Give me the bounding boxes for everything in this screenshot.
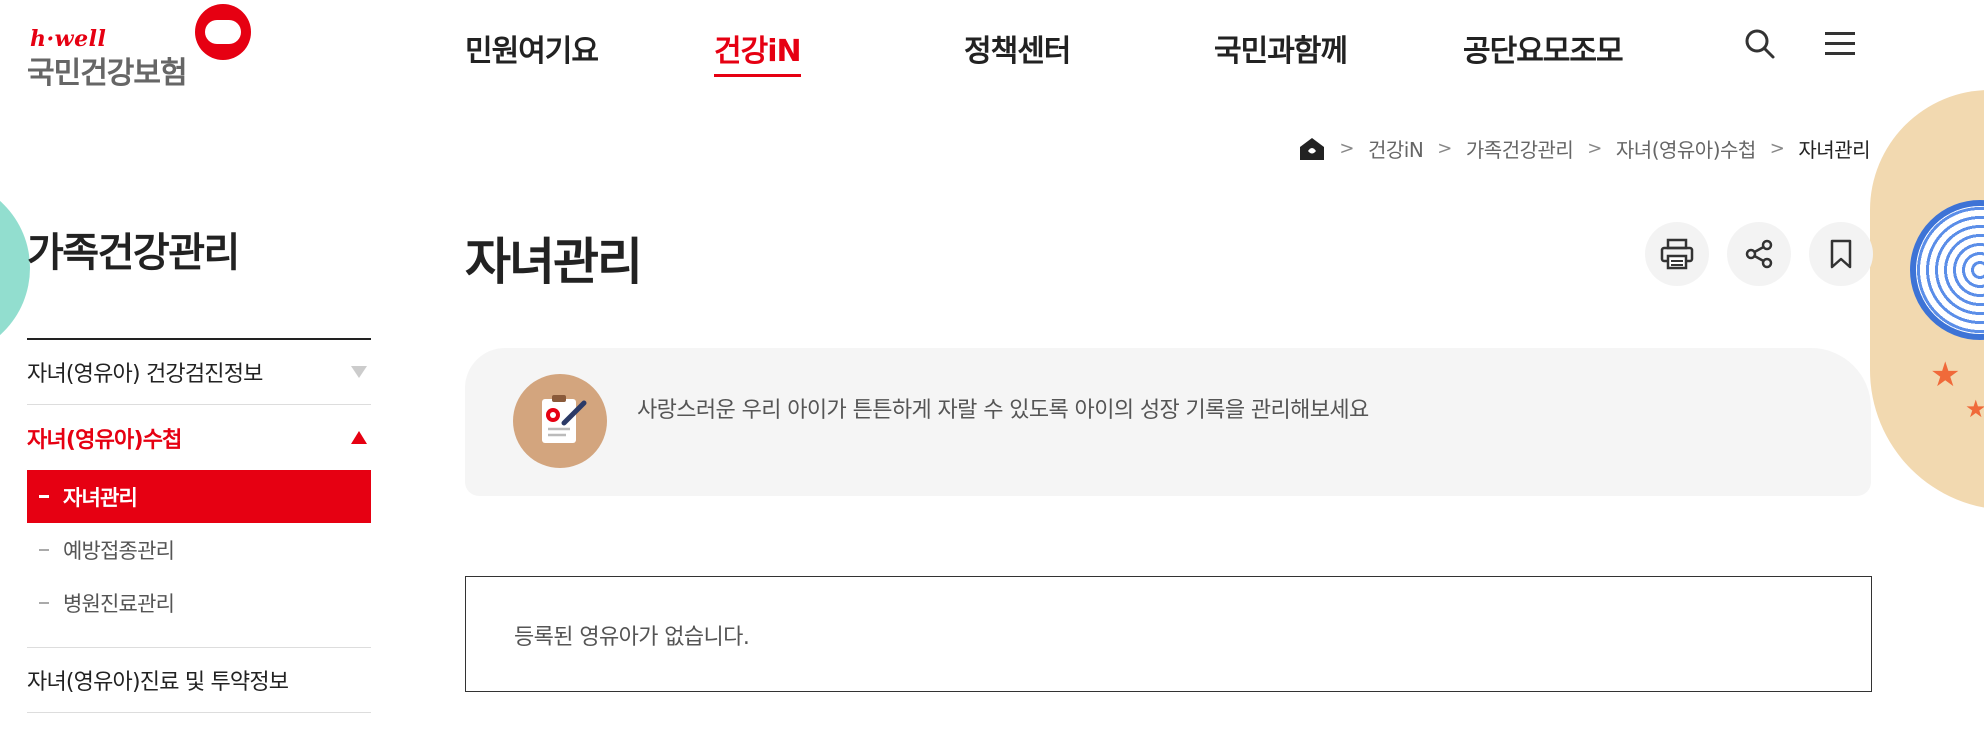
nav-item-about-corp[interactable]: 공단요모조모	[1463, 26, 1624, 70]
empty-message: 등록된 영유아가 없습니다.	[514, 625, 750, 650]
nav-item-health-in[interactable]: 건강iN	[714, 26, 802, 77]
sidebar-title: 가족건강관리	[27, 220, 371, 340]
breadcrumb: > 건강iN > 가족건강관리 > 자녀(영유아)수첩 > 자녀관리	[1299, 134, 1870, 163]
caret-up-icon	[351, 431, 367, 444]
chevron-right-icon: >	[1769, 138, 1785, 159]
chevron-right-icon: >	[1437, 138, 1452, 159]
breadcrumb-item[interactable]: 건강iN	[1368, 134, 1424, 163]
sidebar-item-treatment-medication[interactable]: 자녀(영유아)진료 및 투약정보	[27, 648, 371, 713]
nav-item-civil-service[interactable]: 민원여기요	[465, 26, 599, 70]
child-list-empty: 등록된 영유아가 없습니다.	[465, 576, 1872, 692]
sidebar-item-label: 자녀(영유아) 건강검진정보	[27, 362, 263, 387]
chevron-right-icon: >	[1587, 138, 1602, 159]
site-header: h·well 국민건강보험 민원여기요 건강iN 정책센터 국민과함께 공단요모…	[0, 0, 1984, 92]
dash-icon	[39, 495, 49, 498]
breadcrumb-item[interactable]: 자녀(영유아)수첩	[1616, 134, 1756, 163]
dash-icon	[39, 548, 49, 551]
info-banner: 사랑스러운 우리 아이가 튼튼하게 자랄 수 있도록 아이의 성장 기록을 관리…	[465, 348, 1871, 496]
decorative-illustration-right: ★ ★	[1870, 90, 1984, 510]
sidebar-subitem-label: 예방접종관리	[63, 538, 175, 563]
sidebar-subitem-hospital-care[interactable]: 병원진료관리	[27, 576, 371, 629]
sidebar: 가족건강관리 자녀(영유아) 건강검진정보 자녀(영유아)수첩 자녀관리 예방접…	[27, 220, 371, 713]
share-button[interactable]	[1727, 222, 1791, 286]
print-button[interactable]	[1645, 222, 1709, 286]
decorative-shape-left	[0, 178, 30, 358]
breadcrumb-current: 자녀관리	[1798, 138, 1870, 162]
hamburger-menu-icon[interactable]	[1820, 24, 1860, 64]
search-icon[interactable]	[1740, 24, 1780, 64]
dash-icon	[39, 601, 49, 604]
clipboard-icon	[513, 374, 607, 468]
sidebar-subitem-label: 병원진료관리	[63, 591, 175, 616]
shell-illustration	[1910, 200, 1984, 340]
logo-name: 국민건강보험	[27, 56, 188, 91]
bookmark-icon	[1830, 239, 1852, 269]
logo-mark-icon	[195, 4, 251, 60]
share-icon	[1745, 239, 1773, 269]
home-icon[interactable]	[1299, 137, 1325, 161]
sidebar-item-child-handbook[interactable]: 자녀(영유아)수첩	[27, 405, 371, 470]
sidebar-subitem-label: 자녀관리	[63, 485, 138, 510]
page-tools	[1645, 222, 1873, 286]
nav-item-with-citizens[interactable]: 국민과함께	[1214, 26, 1348, 70]
printer-icon	[1660, 238, 1694, 270]
sidebar-sublist: 자녀관리 예방접종관리 병원진료관리	[27, 470, 371, 648]
star-icon: ★	[1965, 395, 1984, 423]
sidebar-item-health-checkup[interactable]: 자녀(영유아) 건강검진정보	[27, 340, 371, 405]
nav-item-policy-center[interactable]: 정책센터	[964, 26, 1071, 70]
caret-down-icon	[351, 366, 367, 378]
site-logo[interactable]: h·well 국민건강보험	[27, 4, 257, 91]
sidebar-subitem-vaccination[interactable]: 예방접종관리	[27, 523, 371, 576]
page-title: 자녀관리	[465, 233, 643, 291]
sidebar-subitem-child-management[interactable]: 자녀관리	[27, 470, 371, 523]
chevron-right-icon: >	[1339, 138, 1354, 159]
info-banner-text: 사랑스러운 우리 아이가 튼튼하게 자랄 수 있도록 아이의 성장 기록을 관리…	[637, 398, 1369, 423]
star-icon: ★	[1930, 355, 1961, 395]
sidebar-item-label: 자녀(영유아)진료 및 투약정보	[27, 670, 289, 695]
bookmark-button[interactable]	[1809, 222, 1873, 286]
sidebar-item-label: 자녀(영유아)수첩	[27, 427, 182, 453]
breadcrumb-item[interactable]: 가족건강관리	[1466, 134, 1574, 163]
